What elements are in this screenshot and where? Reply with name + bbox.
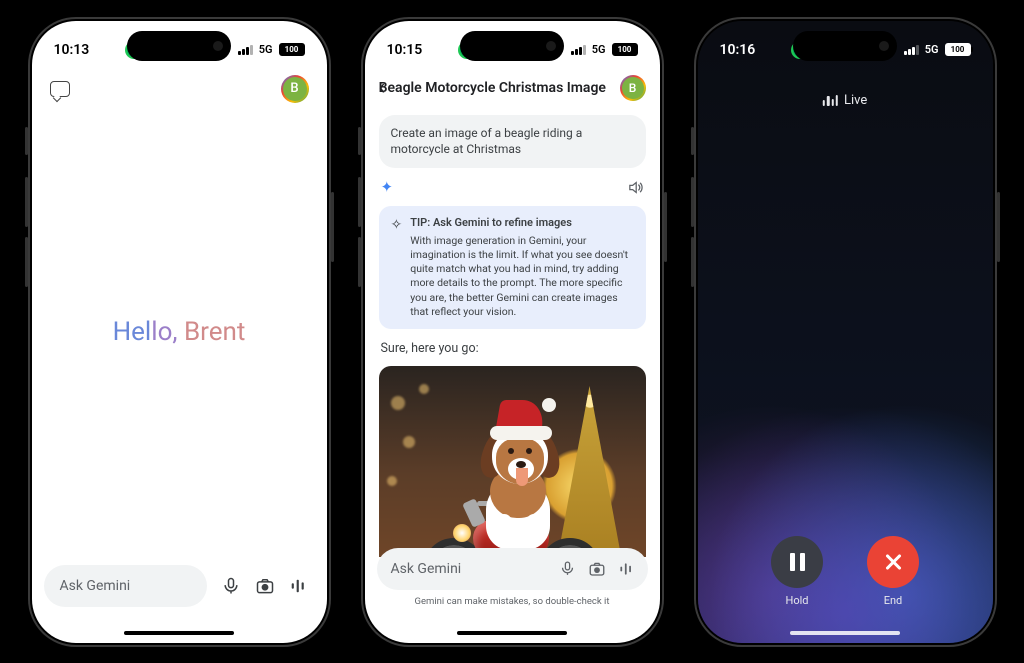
sound-wave-icon[interactable] [289, 576, 307, 596]
speaker-icon[interactable] [627, 179, 644, 196]
home-indicator[interactable] [457, 631, 567, 635]
signal-icon [904, 45, 919, 55]
battery-icon: 100 [945, 43, 971, 56]
assistant-text: Sure, here you go: [381, 341, 644, 356]
network-label: 5G [259, 43, 273, 56]
hold-button[interactable]: Hold [771, 536, 823, 607]
sparkle-icon: ✦ [381, 178, 394, 196]
home-indicator[interactable] [790, 631, 900, 635]
mic-icon[interactable] [559, 560, 576, 577]
status-time: 10:13 [54, 42, 90, 58]
phone-live: 10:16 5G 100 Live Hold End [694, 17, 997, 647]
equalizer-icon [823, 94, 838, 106]
battery-icon: 100 [279, 43, 305, 56]
avatar[interactable]: B [281, 75, 309, 103]
dynamic-island [460, 31, 564, 61]
camera-icon[interactable] [588, 560, 606, 578]
tip-title: TIP: Ask Gemini to refine images [410, 216, 633, 231]
phone-chat: 10:15 5G 100 ‹ Beagle Motorcycle Christm… [361, 17, 664, 647]
dynamic-island [793, 31, 897, 61]
avatar-initial: B [283, 77, 307, 101]
chat-icon[interactable] [50, 81, 70, 97]
screen-home: 10:13 5G 100 B Hello, Brent Ask Gemini [32, 21, 327, 643]
pause-icon [790, 553, 805, 571]
close-icon [883, 552, 903, 572]
beagle-on-motorcycle [427, 480, 597, 557]
status-time: 10:15 [387, 42, 423, 58]
battery-icon: 100 [612, 43, 638, 56]
sound-wave-icon[interactable] [618, 561, 634, 577]
status-time: 10:16 [720, 42, 756, 58]
live-label: Live [823, 93, 867, 108]
tip-body: With image generation in Gemini, your im… [410, 234, 628, 318]
end-button[interactable]: End [867, 536, 919, 607]
user-message: Create an image of a beagle riding a mot… [379, 115, 646, 169]
signal-icon [571, 45, 586, 55]
avatar-initial: B [622, 77, 644, 99]
camera-icon[interactable] [255, 576, 275, 596]
mic-icon[interactable] [221, 576, 241, 596]
screen-live: 10:16 5G 100 Live Hold End [698, 21, 993, 643]
lightbulb-icon: ✧ [391, 217, 403, 319]
disclaimer-text: Gemini can make mistakes, so double-chec… [377, 596, 648, 607]
page-title: Beagle Motorcycle Christmas Image [373, 80, 611, 96]
avatar[interactable]: B [620, 75, 646, 101]
network-label: 5G [925, 43, 939, 56]
dynamic-island [127, 31, 231, 61]
signal-icon [238, 45, 253, 55]
greeting-text: Hello, Brent [113, 317, 246, 347]
network-label: 5G [592, 43, 606, 56]
screen-chat: 10:15 5G 100 ‹ Beagle Motorcycle Christm… [365, 21, 660, 643]
prompt-input[interactable]: Ask Gemini [377, 548, 648, 590]
phone-home: 10:13 5G 100 B Hello, Brent Ask Gemini [28, 17, 331, 647]
generated-image[interactable] [379, 366, 646, 557]
prompt-input[interactable]: Ask Gemini [44, 565, 207, 607]
tip-card: ✧ TIP: Ask Gemini to refine images With … [379, 206, 646, 329]
home-indicator[interactable] [124, 631, 234, 635]
